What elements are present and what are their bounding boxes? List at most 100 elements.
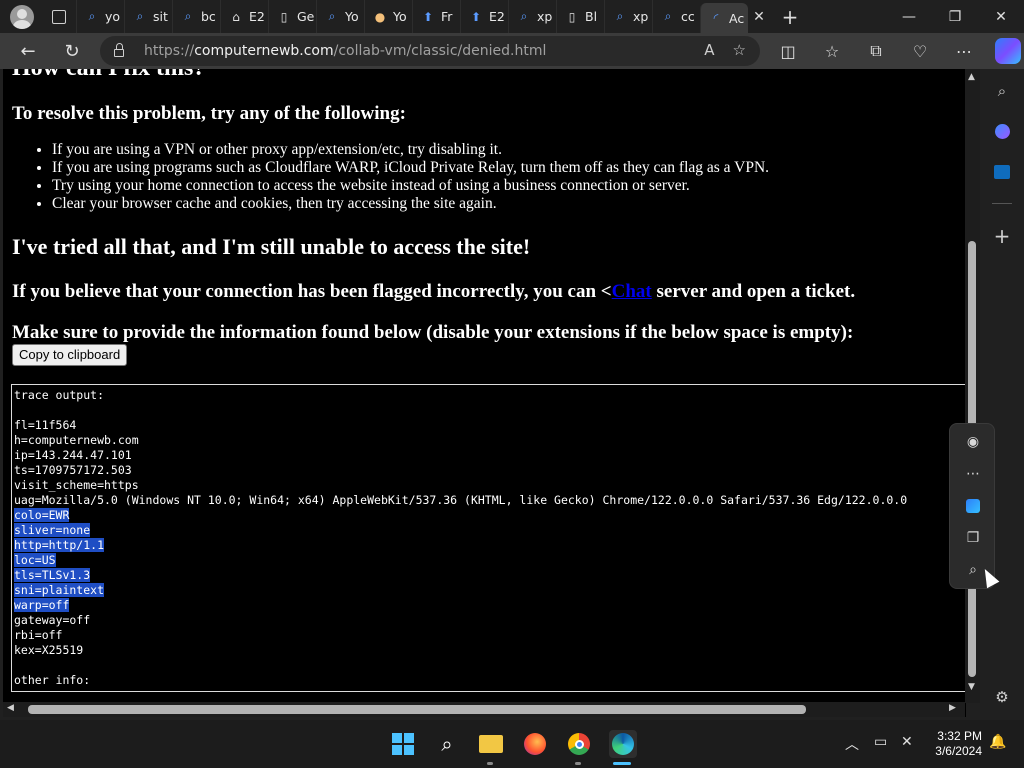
close-tab-icon[interactable]: ✕: [748, 9, 770, 25]
browser-tab[interactable]: ⌂ E2: [220, 0, 268, 33]
browser-tab[interactable]: ⌕ xp: [508, 0, 556, 33]
copilot-button[interactable]: [986, 33, 1024, 69]
browser-tab[interactable]: ⌕ bc: [172, 0, 220, 33]
refresh-button[interactable]: ↻: [54, 33, 90, 69]
tab-title: yo: [105, 9, 121, 24]
tried-heading: I've tried all that, and I'm still unabl…: [12, 234, 531, 259]
sidebar-settings-icon[interactable]: ⚙: [991, 686, 1013, 708]
page-icon: ▯: [280, 9, 288, 24]
copy-to-clipboard-button[interactable]: Copy to clipboard: [12, 344, 128, 366]
lock-icon[interactable]: [114, 43, 124, 57]
browser-tab[interactable]: ⌕ cc: [652, 0, 700, 33]
volume-muted-icon[interactable]: ✕: [901, 734, 913, 750]
firefox-icon[interactable]: [521, 730, 549, 758]
trace-line: kex=X25519: [14, 643, 84, 657]
horizontal-scrollbar[interactable]: ◀ ▶: [3, 702, 965, 717]
notification-bell-icon[interactable]: 🔔: [989, 734, 1006, 750]
network-icon[interactable]: ▭: [874, 734, 887, 750]
tab-title: xp: [537, 9, 553, 24]
show-hidden-icons-chevron-icon[interactable]: ︿: [845, 734, 859, 754]
trace-line: fl=11f564: [14, 418, 77, 432]
windows-logo-icon: [392, 733, 414, 755]
browser-tab[interactable]: ⌕ yo: [76, 0, 124, 33]
clock-time: 3:32 PM: [937, 729, 982, 743]
taskbar-search-icon[interactable]: ⌕: [433, 730, 461, 758]
scroll-right-icon[interactable]: ▶: [949, 703, 956, 713]
tab-title: cc: [681, 9, 695, 24]
sidebar-search-icon[interactable]: ⌕: [991, 80, 1013, 102]
minimize-button[interactable]: —: [886, 0, 932, 33]
trace-output-box[interactable]: trace output: fl=11f564 h=computernewb.com…: [11, 384, 966, 692]
new-tab-button[interactable]: +: [770, 5, 810, 29]
trace-line-selected: sliver=none: [14, 523, 91, 537]
close-window-button[interactable]: ✕: [978, 0, 1024, 33]
edge-sidebar: ⌕ + ⚙: [980, 69, 1024, 717]
search-icon: ⌕: [328, 9, 336, 23]
favorite-star-icon[interactable]: ☆: [733, 41, 746, 59]
system-clock[interactable]: 3:32 PM 3/6/2024: [928, 729, 982, 759]
start-button[interactable]: [389, 730, 417, 758]
fix-list-item: Clear your browser cache and cookies, th…: [52, 195, 769, 213]
chrome-icon[interactable]: [565, 730, 593, 758]
trace-line: ts=1709757172.503: [14, 463, 132, 477]
copy-icon[interactable]: ❐: [960, 525, 986, 551]
tab-title: E2: [489, 9, 505, 24]
url-text[interactable]: https://computernewb.com/collab-vm/class…: [144, 43, 546, 59]
address-toolbar: ← ↻ https://computernewb.com/collab-vm/c…: [0, 33, 1024, 69]
browser-tab[interactable]: ⌕ xp: [604, 0, 652, 33]
file-explorer-icon[interactable]: [477, 730, 505, 758]
trace-line-selected: colo=EWR: [14, 508, 70, 522]
tab-title: Bl: [585, 9, 598, 24]
sidebar-add-icon[interactable]: +: [991, 224, 1013, 248]
address-bar[interactable]: https://computernewb.com/collab-vm/class…: [100, 36, 760, 66]
explorer-running-indicator: [487, 762, 493, 765]
egg-icon: ●: [374, 9, 386, 24]
search-icon: ⌕: [664, 9, 672, 23]
search-icon: ⌕: [616, 9, 624, 23]
browser-tab[interactable]: ▯ Ge: [268, 0, 316, 33]
split-screen-icon[interactable]: ◫: [766, 33, 810, 69]
browser-essentials-icon[interactable]: ♡: [898, 33, 942, 69]
page-viewport: How can I fix this? To resolve this prob…: [3, 69, 966, 717]
more-menu-icon[interactable]: ⋯: [942, 33, 986, 69]
browser-tab[interactable]: ⬆ Fr: [412, 0, 460, 33]
copilot-small-icon[interactable]: [960, 493, 986, 519]
search-icon: ⌕: [184, 9, 192, 23]
tab-strip: ⌕ yo ⌕ sit ⌕ bc ⌂ E2 ▯ Ge ⌕ Yo ● Yo ⬆ Fr ⬆ E2 ⌕ xp ▯ Bl ⌕ xp ⌕ cc…: [0, 0, 1024, 33]
sidebar-divider: [992, 203, 1012, 204]
partial-heading: How can I fix this?: [12, 69, 205, 82]
trace-line: ip=143.244.47.101: [14, 448, 132, 462]
sidebar-copilot-icon[interactable]: [991, 120, 1013, 142]
sidebar-outlook-icon[interactable]: [991, 161, 1013, 183]
collections-icon[interactable]: ⧉: [854, 33, 898, 69]
fix-list: If you are using a VPN or other proxy ap…: [52, 141, 769, 213]
scroll-left-icon[interactable]: ◀: [7, 703, 14, 713]
favorites-icon[interactable]: ☆: [810, 33, 854, 69]
chat-link[interactable]: Chat: [612, 281, 652, 302]
back-button[interactable]: ←: [10, 33, 46, 69]
horizontal-scroll-thumb[interactable]: [28, 705, 806, 714]
profile-avatar[interactable]: [10, 4, 34, 29]
hide-menu-icon[interactable]: ◉: [960, 429, 986, 455]
browser-tab[interactable]: ▯ Bl: [556, 0, 604, 33]
tab-title: Yo: [393, 9, 407, 24]
arrow-up-icon: ⬆: [470, 9, 482, 24]
more-options-icon[interactable]: ⋯: [960, 461, 986, 487]
scroll-down-icon[interactable]: ▼: [968, 682, 975, 692]
edge-taskbar-icon[interactable]: [609, 730, 637, 758]
trace-line: visit_scheme=https: [14, 478, 139, 492]
restore-button[interactable]: ❐: [932, 0, 978, 33]
scroll-up-icon[interactable]: ▲: [968, 72, 975, 82]
windows-taskbar: ⌕ ︿ ▭ ✕ 3:32 PM 3/6/2024 🔔: [0, 720, 1024, 768]
page-icon: ▯: [568, 9, 576, 24]
browser-tab[interactable]: ⬆ E2: [460, 0, 508, 33]
read-aloud-icon[interactable]: A: [704, 41, 714, 59]
active-tab[interactable]: ◜ Ac: [700, 3, 748, 33]
trace-line: rbi=off: [14, 628, 63, 642]
tab-actions-icon[interactable]: [52, 9, 66, 24]
browser-tab[interactable]: ● Yo: [364, 0, 412, 33]
fix-list-item: If you are using programs such as Cloudf…: [52, 159, 769, 177]
browser-tab[interactable]: ⌕ sit: [124, 0, 172, 33]
vertical-scrollbar[interactable]: ▲ ▼: [965, 69, 980, 703]
browser-tab[interactable]: ⌕ Yo: [316, 0, 364, 33]
